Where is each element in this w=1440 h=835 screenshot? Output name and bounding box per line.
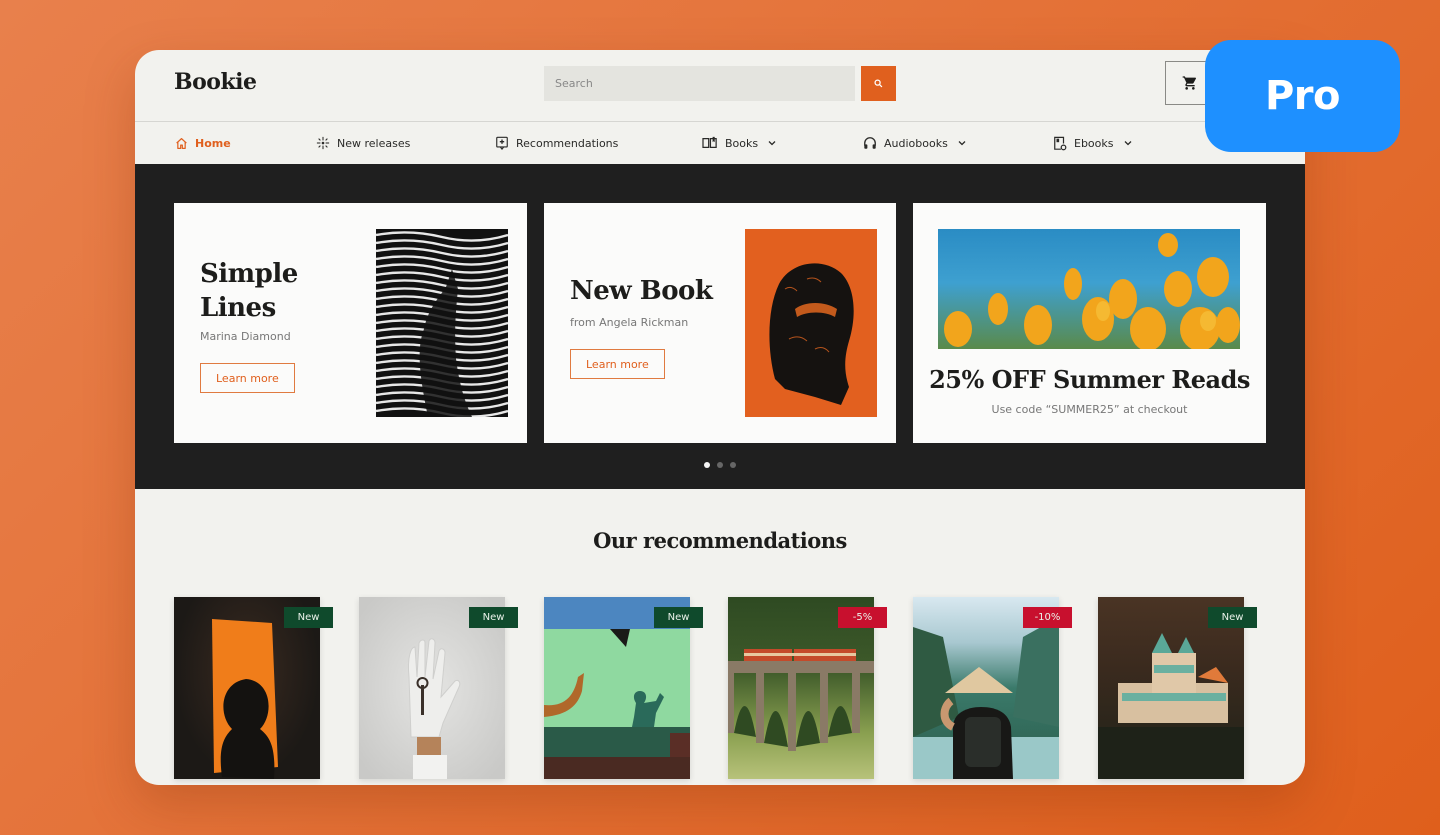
- masked-head-cover-image: [745, 229, 877, 417]
- slide-author: Marina Diamond: [200, 330, 291, 343]
- wavy-lines-cover-image: [376, 229, 508, 417]
- new-badge: New: [469, 607, 518, 628]
- pro-badge: Pro: [1205, 40, 1400, 152]
- learn-more-button[interactable]: Learn more: [570, 349, 665, 379]
- headphones-icon: [864, 137, 876, 149]
- slide-title: Simple Lines: [200, 257, 298, 325]
- learn-more-button[interactable]: Learn more: [200, 363, 295, 393]
- product-card[interactable]: New: [544, 597, 703, 779]
- chevron-down-icon: [1124, 141, 1131, 146]
- nav-item-audiobooks[interactable]: Audiobooks: [863, 122, 966, 164]
- nav-item-label: Recommendations: [516, 136, 619, 150]
- bookmark-plus-icon: [496, 136, 508, 150]
- search-icon: [874, 79, 883, 88]
- nav-item-recommendations[interactable]: Recommendations: [495, 122, 618, 164]
- nav-item-label: Home: [195, 136, 231, 150]
- product-card[interactable]: New: [359, 597, 518, 779]
- product-card[interactable]: -10%: [913, 597, 1072, 779]
- search-input[interactable]: [544, 66, 855, 101]
- chevron-down-icon: [958, 141, 966, 146]
- nav-item-label: Ebooks: [1074, 136, 1114, 150]
- main-nav: Home New releases Recommendations Books …: [135, 122, 1305, 164]
- product-card[interactable]: New: [1098, 597, 1257, 779]
- new-badge: New: [1208, 607, 1257, 628]
- hero-carousel: Simple Lines Marina Diamond Learn more N…: [135, 164, 1305, 489]
- chevron-down-icon: [768, 141, 776, 146]
- nav-item-books[interactable]: Books: [702, 122, 776, 164]
- discount-badge: -10%: [1023, 607, 1072, 628]
- nav-item-label: Books: [725, 136, 759, 150]
- hero-slide[interactable]: Simple Lines Marina Diamond Learn more: [174, 203, 527, 443]
- discount-badge: -5%: [838, 607, 887, 628]
- carousel-dot[interactable]: [704, 462, 710, 468]
- ebook-icon: [1054, 136, 1067, 150]
- nav-item-label: Audiobooks: [884, 136, 948, 150]
- carousel-indicators: [704, 462, 736, 468]
- app-window: Bookie Home New releases Recommendations…: [135, 50, 1305, 785]
- hero-slide[interactable]: New Book from Angela Rickman Learn more: [544, 203, 896, 443]
- header: Bookie: [135, 50, 1305, 122]
- slide-title: New Book: [570, 276, 713, 306]
- logo[interactable]: Bookie: [174, 69, 257, 95]
- slide-title-line: Lines: [200, 293, 276, 323]
- search-button[interactable]: [861, 66, 896, 101]
- sparkle-icon: [316, 136, 330, 150]
- promo-title: 25% OFF Summer Reads: [929, 365, 1250, 394]
- home-icon: [176, 137, 187, 149]
- nav-item-ebooks[interactable]: Ebooks: [1053, 122, 1132, 164]
- cart-icon: [1182, 76, 1197, 90]
- slide-title-line: Simple: [200, 259, 298, 289]
- open-book-icon: [702, 136, 717, 148]
- carousel-dot[interactable]: [717, 462, 723, 468]
- promo-code-text: Use code “SUMMER25” at checkout: [991, 403, 1188, 416]
- product-card[interactable]: New: [174, 597, 333, 779]
- section-title: Our recommendations: [593, 528, 847, 553]
- new-badge: New: [284, 607, 333, 628]
- new-badge: New: [654, 607, 703, 628]
- product-card[interactable]: -5%: [728, 597, 887, 779]
- nav-item-home[interactable]: Home: [175, 122, 231, 164]
- nav-item-new-releases[interactable]: New releases: [316, 122, 410, 164]
- hero-slide[interactable]: 25% OFF Summer Reads Use code “SUMMER25”…: [913, 203, 1266, 443]
- slide-author: from Angela Rickman: [570, 316, 689, 329]
- carousel-dot[interactable]: [730, 462, 736, 468]
- poppies-image: [938, 229, 1240, 349]
- nav-item-label: New releases: [337, 136, 411, 150]
